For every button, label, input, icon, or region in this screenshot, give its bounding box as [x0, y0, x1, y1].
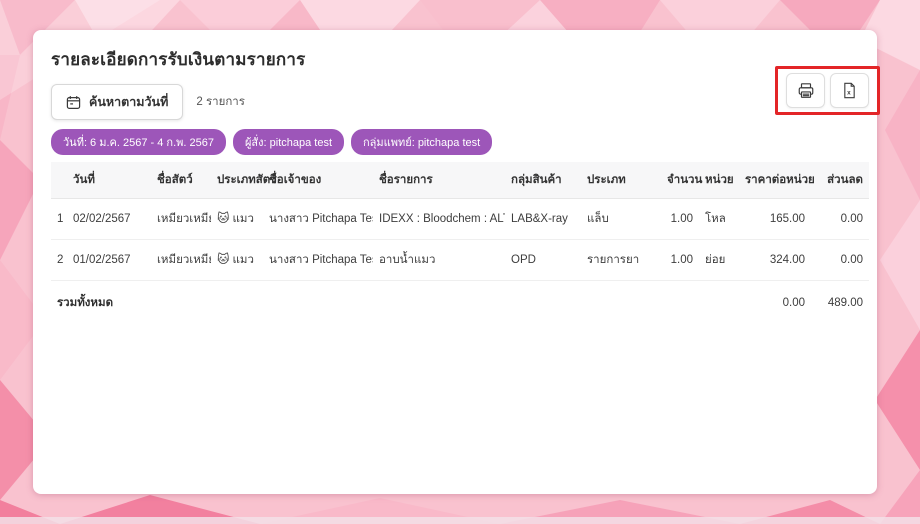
row-item-name: IDEXX : Bloodchem : ALT : SGPT [373, 198, 505, 240]
row-pet-name: เหมียวเหมียว [151, 198, 211, 240]
row-index: 1 [51, 198, 67, 240]
col-type: ประเภท [581, 162, 661, 199]
col-owner: ชื่อเจ้าของ [263, 162, 373, 199]
col-index [51, 162, 67, 199]
col-pet-type: ประเภทสัตว์ [211, 162, 277, 199]
col-item-name: ชื่อรายการ [373, 162, 505, 199]
cat-face-icon: 🐱 [217, 252, 230, 266]
printer-icon [797, 82, 815, 100]
row-owner: นางสาว Pitchapa Test [263, 198, 373, 240]
search-by-date-button[interactable]: ค้นหาตามวันที่ [51, 84, 184, 120]
toolbar: ค้นหาตามวันที่ 2 รายการ [51, 84, 869, 120]
row-product-group: OPD [505, 239, 581, 281]
total-row: รวมทั้งหมด 0.00 489.00 [51, 281, 869, 324]
filter-pill-date-range: วันที่: 6 ม.ค. 2567 - 4 ก.พ. 2567 [51, 129, 226, 155]
row-unit-price: 165.00 [739, 198, 811, 240]
row-pet-name: เหมียวเหมียว [151, 239, 211, 281]
highlight-annotation: x [775, 66, 880, 115]
row-date: 01/02/2567 [67, 239, 151, 281]
row-type: รายการยา [581, 239, 661, 281]
col-qty: จำนวน [661, 162, 702, 199]
filter-pills: วันที่: 6 ม.ค. 2567 - 4 ก.พ. 2567 ผู้สั่… [51, 129, 869, 155]
table-row: 1 02/02/2567 เหมียวเหมียว 🐱แมว นางสาว Pi… [51, 198, 869, 240]
print-button[interactable] [786, 73, 825, 108]
svg-text:x: x [847, 89, 851, 96]
report-table: วันที่ ชื่อสัตว์ ประเภทสัตว์ ชื่อเจ้าของ… [51, 162, 869, 323]
excel-file-icon: x [841, 82, 858, 99]
row-owner: นางสาว Pitchapa Test [263, 239, 373, 281]
row-unit: ย่อย [699, 239, 739, 281]
result-count: 2 รายการ [196, 96, 245, 108]
col-discount: ส่วนลด [811, 162, 869, 199]
pet-type-label: แมว [232, 213, 254, 225]
row-qty: 1.00 [661, 239, 699, 281]
col-product-group: กลุ่มสินค้า [505, 162, 581, 199]
row-discount: 0.00 [811, 239, 869, 281]
export-excel-button[interactable]: x [830, 73, 869, 108]
page-title: รายละเอียดการรับเงินตามรายการ [51, 50, 306, 69]
filter-pill-doctor-group: กลุ่มแพทย์: pitchapa test [351, 129, 493, 155]
calendar-icon [66, 95, 81, 110]
col-pet-name: ชื่อสัตว์ [151, 162, 211, 199]
row-date: 02/02/2567 [67, 198, 151, 240]
row-unit: โหล [699, 198, 739, 240]
col-unit: หน่วย [699, 162, 739, 199]
col-unit-price: ราคาต่อหน่วย [739, 162, 815, 199]
search-by-date-label: ค้นหาตามวันที่ [89, 95, 169, 109]
table-row: 2 01/02/2567 เหมียวเหมียว 🐱แมว นางสาว Pi… [51, 239, 869, 281]
col-date: วันที่ [67, 162, 151, 199]
row-type: แล็บ [581, 198, 661, 240]
row-index: 2 [51, 239, 67, 281]
row-pet-type: 🐱 แมว [211, 239, 263, 281]
filter-pill-orderer: ผู้สั่ง: pitchapa test [232, 129, 345, 155]
total-discount: 489.00 [827, 297, 863, 309]
row-discount: 0.00 [811, 198, 869, 240]
row-product-group: LAB&X-ray [505, 198, 581, 240]
report-card: รายละเอียดการรับเงินตามรายการ ค้นหาตามวั… [33, 30, 880, 494]
row-qty: 1.00 [661, 198, 699, 240]
row-pet-type: 🐱 แมว [211, 198, 263, 240]
cat-face-icon: 🐱 [217, 211, 230, 225]
total-label: รวมทั้งหมด [57, 297, 114, 309]
row-unit-price: 324.00 [739, 239, 811, 281]
pet-type-label: แมว [232, 254, 254, 266]
table-header-row: วันที่ ชื่อสัตว์ ประเภทสัตว์ ชื่อเจ้าของ… [51, 162, 869, 199]
total-unit-price: 0.00 [782, 297, 805, 309]
row-item-name: อาบน้ำแมว [373, 239, 505, 281]
